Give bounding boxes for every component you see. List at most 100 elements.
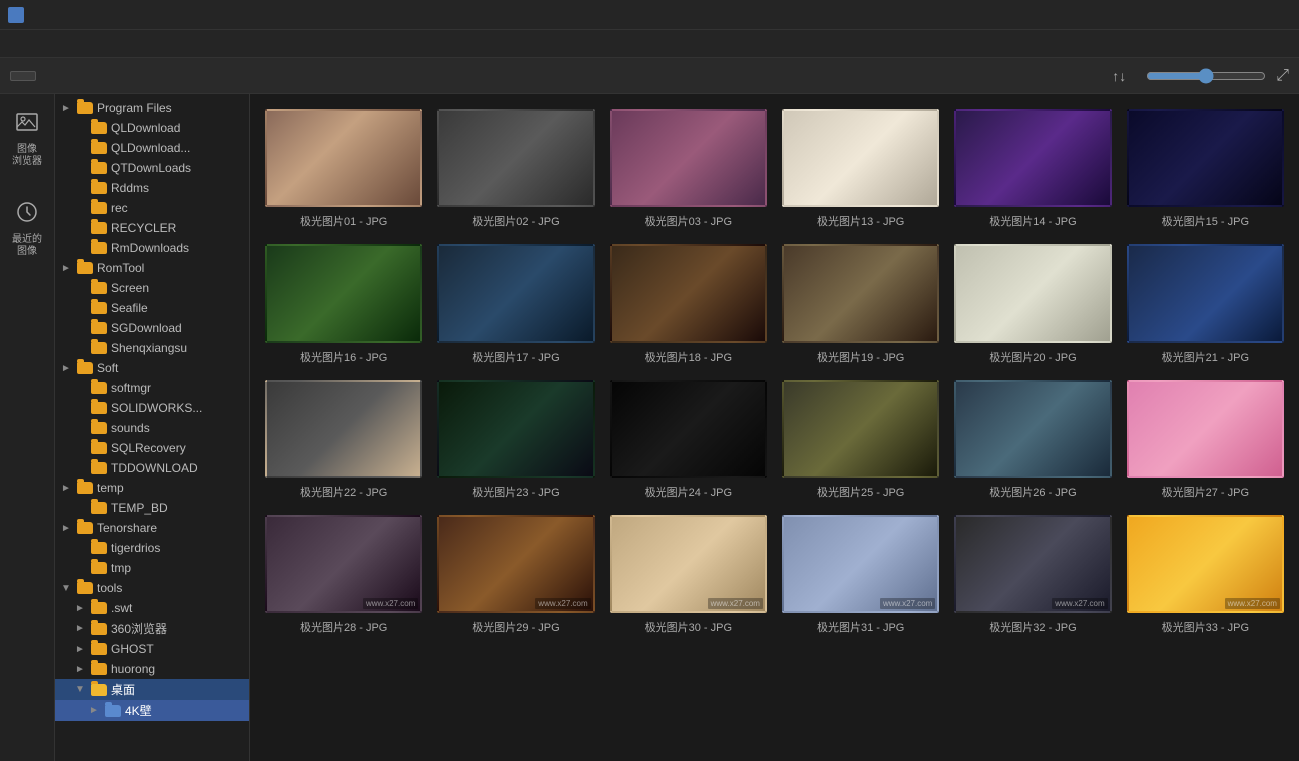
- thumbnail-size-slider[interactable]: [1146, 68, 1266, 84]
- main-area: 图像浏览器 最近的图像 ►Program FilesQLDownloadQLDo…: [0, 94, 1299, 761]
- tree-item-rddms[interactable]: Rddms: [55, 178, 249, 198]
- folder-icon: [77, 522, 93, 534]
- image-item-img32[interactable]: www.x27.com极光图片32 - JPG: [954, 515, 1111, 635]
- fullscreen-button[interactable]: ⤢: [1276, 67, 1289, 85]
- image-thumbnail: [1127, 244, 1284, 342]
- image-item-img21[interactable]: 极光图片21 - JPG: [1127, 244, 1284, 364]
- minimize-button[interactable]: [1211, 3, 1235, 27]
- tree-item-seafile[interactable]: Seafile: [55, 298, 249, 318]
- sidebar-item-recent-images[interactable]: 最近的图像: [6, 194, 48, 264]
- image-item-img20[interactable]: 极光图片20 - JPG: [954, 244, 1111, 364]
- folder-icon: [91, 122, 107, 134]
- toolbar: ↑↓ ⤢: [0, 58, 1299, 94]
- image-item-img27[interactable]: 极光图片27 - JPG: [1127, 380, 1284, 500]
- tree-item-browser360[interactable]: ►360浏览器: [55, 618, 249, 639]
- tree-item-soft[interactable]: ►Soft: [55, 358, 249, 378]
- expand-icon: ►: [59, 261, 73, 275]
- image-item-img23[interactable]: 极光图片23 - JPG: [437, 380, 594, 500]
- image-grid: 极光图片01 - JPG 极光图片02 - JPG 极光图片03 - JPG 极光图片…: [265, 109, 1284, 635]
- image-label: 极光图片22 - JPG: [265, 484, 422, 500]
- image-item-img14[interactable]: 极光图片14 - JPG: [954, 109, 1111, 229]
- expand-icon: ►: [59, 481, 73, 495]
- tree-item-temp-bd[interactable]: TEMP_BD: [55, 498, 249, 518]
- image-label: 极光图片01 - JPG: [265, 213, 422, 229]
- tree-item-screen[interactable]: Screen: [55, 278, 249, 298]
- image-item-img15[interactable]: 极光图片15 - JPG: [1127, 109, 1284, 229]
- title-bar-left: [8, 7, 30, 23]
- tree-item-recycler[interactable]: RECYCLER: [55, 218, 249, 238]
- folder-icon: [91, 202, 107, 214]
- tree-item-rmdownloads[interactable]: RmDownloads: [55, 238, 249, 258]
- open-folder-button[interactable]: [10, 71, 36, 81]
- image-item-img33[interactable]: www.x27.com 极光图片33 - JPG: [1127, 515, 1284, 635]
- image-item-img02[interactable]: 极光图片02 - JPG: [437, 109, 594, 229]
- tree-item-rec[interactable]: rec: [55, 198, 249, 218]
- image-item-img16[interactable]: 极光图片16 - JPG: [265, 244, 422, 364]
- menu-view[interactable]: [52, 41, 72, 47]
- content-area: 极光图片01 - JPG 极光图片02 - JPG 极光图片03 - JPG 极光图片…: [250, 94, 1299, 761]
- tree-item-romtool[interactable]: ►RomTool: [55, 258, 249, 278]
- folder-icon: [91, 342, 107, 354]
- watermark: www.x27.com: [1225, 598, 1280, 609]
- tree-item-swt[interactable]: ►.swt: [55, 598, 249, 618]
- image-item-img03[interactable]: 极光图片03 - JPG: [610, 109, 767, 229]
- tree-item-sounds[interactable]: sounds: [55, 418, 249, 438]
- image-label: 极光图片20 - JPG: [954, 349, 1111, 365]
- tree-item-desktop[interactable]: ▼桌面: [55, 679, 249, 700]
- expand-icon: ►: [87, 704, 101, 718]
- tree-item-label: RECYCLER: [111, 221, 245, 235]
- tree-item-tddownload[interactable]: TDDOWNLOAD: [55, 458, 249, 478]
- tree-item-tigerdrios[interactable]: tigerdrios: [55, 538, 249, 558]
- tree-item-tmp[interactable]: tmp: [55, 558, 249, 578]
- tree-item-sgdownload[interactable]: SGDownload: [55, 318, 249, 338]
- image-item-img19[interactable]: 极光图片19 - JPG: [782, 244, 939, 364]
- tree-item-program-files[interactable]: ►Program Files: [55, 98, 249, 118]
- image-item-img30[interactable]: www.x27.com极光图片30 - JPG: [610, 515, 767, 635]
- image-item-img29[interactable]: www.x27.com极光图片29 - JPG: [437, 515, 594, 635]
- image-thumbnail: [1127, 109, 1284, 207]
- image-label: 极光图片33 - JPG: [1127, 619, 1284, 635]
- image-item-img26[interactable]: 极光图片26 - JPG: [954, 380, 1111, 500]
- tree-item-qldownload2[interactable]: QLDownload...: [55, 138, 249, 158]
- folder-icon: [91, 142, 107, 154]
- image-item-img17[interactable]: 极光图片17 - JPG: [437, 244, 594, 364]
- image-label: 极光图片03 - JPG: [610, 213, 767, 229]
- folder-icon: [91, 282, 107, 294]
- tree-item-qtdownloads[interactable]: QTDownLoads: [55, 158, 249, 178]
- tree-item-qldownload[interactable]: QLDownload: [55, 118, 249, 138]
- image-thumbnail: [954, 244, 1111, 342]
- image-thumbnail: [782, 244, 939, 342]
- menu-help[interactable]: [74, 41, 94, 47]
- watermark: www.x27.com: [535, 598, 590, 609]
- tree-item-shenqxiangsu[interactable]: Shenqxiangsu: [55, 338, 249, 358]
- tree-item-tenorshare[interactable]: ►Tenorshare: [55, 518, 249, 538]
- image-item-img25[interactable]: 极光图片25 - JPG: [782, 380, 939, 500]
- maximize-button[interactable]: [1239, 3, 1263, 27]
- image-item-img18[interactable]: 极光图片18 - JPG: [610, 244, 767, 364]
- tree-item-temp[interactable]: ►temp: [55, 478, 249, 498]
- image-item-img01[interactable]: 极光图片01 - JPG: [265, 109, 422, 229]
- tree-item-ghost[interactable]: ►GHOST: [55, 639, 249, 659]
- image-item-img24[interactable]: 极光图片24 - JPG: [610, 380, 767, 500]
- tree-item-label: rec: [111, 201, 245, 215]
- tree-item-4k-wallpaper[interactable]: ►4K壁: [55, 700, 249, 721]
- sidebar-item-image-browser[interactable]: 图像浏览器: [6, 104, 48, 174]
- image-item-img28[interactable]: www.x27.com极光图片28 - JPG: [265, 515, 422, 635]
- image-label: 极光图片21 - JPG: [1127, 349, 1284, 365]
- tree-item-softmgr[interactable]: softmgr: [55, 378, 249, 398]
- tree-item-huorong[interactable]: ►huorong: [55, 659, 249, 679]
- folder-icon: [91, 623, 107, 635]
- tree-item-tools[interactable]: ▼tools: [55, 578, 249, 598]
- tree-item-sqlrecovery[interactable]: SQLRecovery: [55, 438, 249, 458]
- tree-item-solidworks[interactable]: SOLIDWORKS...: [55, 398, 249, 418]
- menu-edit[interactable]: [30, 41, 50, 47]
- expand-icon: [73, 121, 87, 135]
- image-item-img22[interactable]: 极光图片22 - JPG: [265, 380, 422, 500]
- image-item-img13[interactable]: 极光图片13 - JPG: [782, 109, 939, 229]
- menu-file[interactable]: [8, 41, 28, 47]
- image-item-img31[interactable]: www.x27.com极光图片31 - JPG: [782, 515, 939, 635]
- sort-direction-button[interactable]: ↑↓: [1112, 68, 1126, 84]
- close-button[interactable]: [1267, 3, 1291, 27]
- tree-item-label: SQLRecovery: [111, 441, 245, 455]
- expand-icon: ▼: [73, 683, 87, 697]
